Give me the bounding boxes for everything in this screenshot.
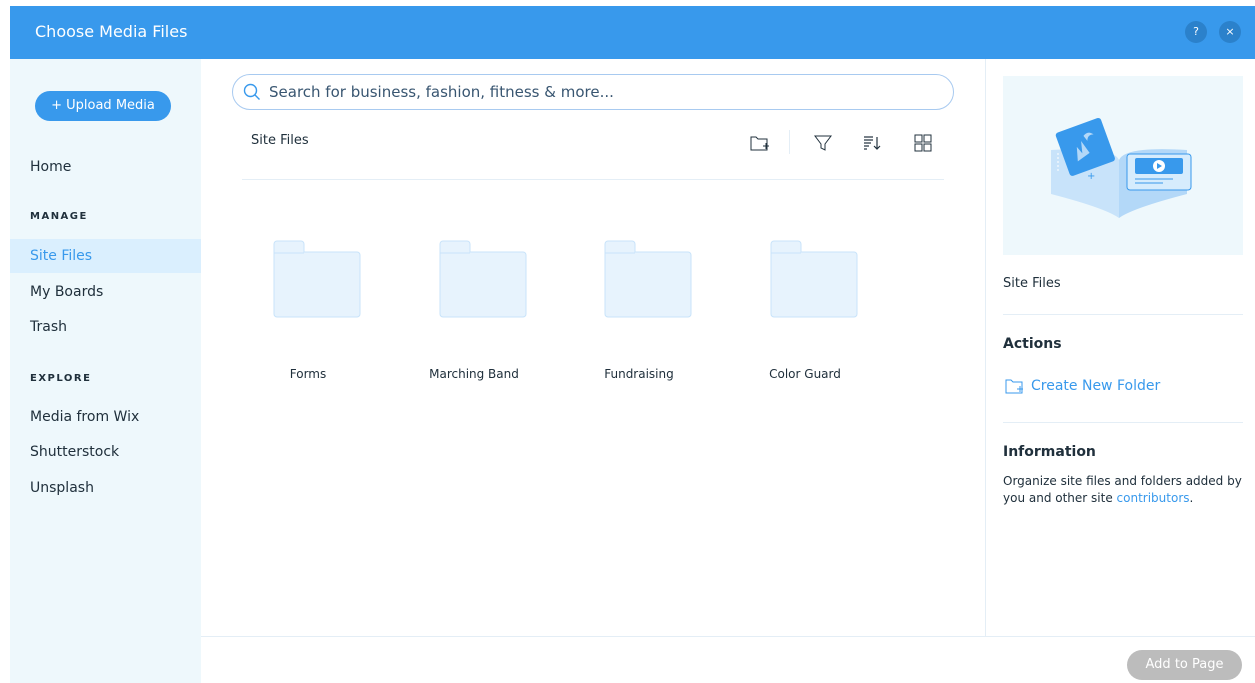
folder-label: Fundraising	[604, 367, 674, 381]
folder-icon	[273, 240, 361, 318]
folder-icon	[604, 240, 692, 318]
search-bar	[232, 74, 954, 110]
modal-header: Choose Media Files ? ×	[10, 6, 1255, 59]
explore-heading: EXPLORE	[30, 373, 92, 384]
media-illustration: +	[1003, 76, 1243, 255]
folder-item[interactable]: Color Guard	[750, 240, 860, 390]
panel-title: Site Files	[1003, 276, 1061, 291]
illustration-image: +	[1051, 117, 1192, 218]
folder-item[interactable]: Fundraising	[584, 240, 694, 390]
actions-heading: Actions	[1003, 336, 1062, 352]
information-text: Organize site files and folders added by…	[1003, 473, 1248, 507]
filter-icon[interactable]	[812, 132, 834, 154]
folder-icon	[439, 240, 527, 318]
sidebar-item-shutterstock[interactable]: Shutterstock	[10, 435, 201, 469]
folder-label: Color Guard	[769, 367, 841, 381]
footer-divider	[201, 636, 1255, 637]
search-input[interactable]	[269, 81, 939, 103]
folder-label: Marching Band	[429, 367, 519, 381]
folder-icon	[770, 240, 858, 318]
sidebar-item-trash[interactable]: Trash	[10, 310, 201, 344]
folder-item[interactable]: Forms	[253, 240, 363, 390]
modal-title: Choose Media Files	[35, 22, 188, 41]
toolbar-divider	[789, 130, 790, 154]
help-button[interactable]: ?	[1185, 21, 1207, 43]
contributors-link[interactable]: contributors	[1117, 491, 1190, 505]
close-button[interactable]: ×	[1219, 21, 1241, 43]
sidebar: + Upload Media Home MANAGE Site Files My…	[10, 59, 201, 683]
panel-divider	[1003, 422, 1243, 423]
create-new-folder-link[interactable]: Create New Folder	[1005, 375, 1160, 397]
breadcrumb: Site Files	[251, 133, 309, 148]
folder-label: Forms	[289, 367, 327, 381]
grid-view-icon[interactable]	[912, 132, 934, 154]
new-folder-icon[interactable]	[749, 132, 771, 154]
sidebar-item-unsplash[interactable]: Unsplash	[10, 471, 201, 505]
folder-item[interactable]: Marching Band	[419, 240, 529, 390]
svg-text:+: +	[1087, 171, 1095, 182]
panel-divider	[1003, 314, 1243, 315]
sidebar-item-my-boards[interactable]: My Boards	[10, 275, 201, 309]
content-divider	[242, 179, 944, 180]
new-folder-icon	[1005, 379, 1023, 394]
sidebar-item-site-files[interactable]: Site Files	[10, 239, 201, 273]
manage-heading: MANAGE	[30, 211, 88, 222]
info-text-end: .	[1189, 491, 1194, 505]
sidebar-item-media-from-wix[interactable]: Media from Wix	[10, 400, 201, 434]
sort-icon[interactable]	[861, 132, 883, 154]
upload-media-button[interactable]: + Upload Media	[35, 91, 171, 121]
search-icon	[243, 83, 260, 100]
right-panel-border	[985, 59, 986, 636]
add-to-page-button[interactable]: Add to Page	[1127, 650, 1242, 680]
create-new-folder-label: Create New Folder	[1031, 378, 1161, 394]
sidebar-item-home[interactable]: Home	[10, 150, 201, 184]
information-heading: Information	[1003, 444, 1096, 460]
